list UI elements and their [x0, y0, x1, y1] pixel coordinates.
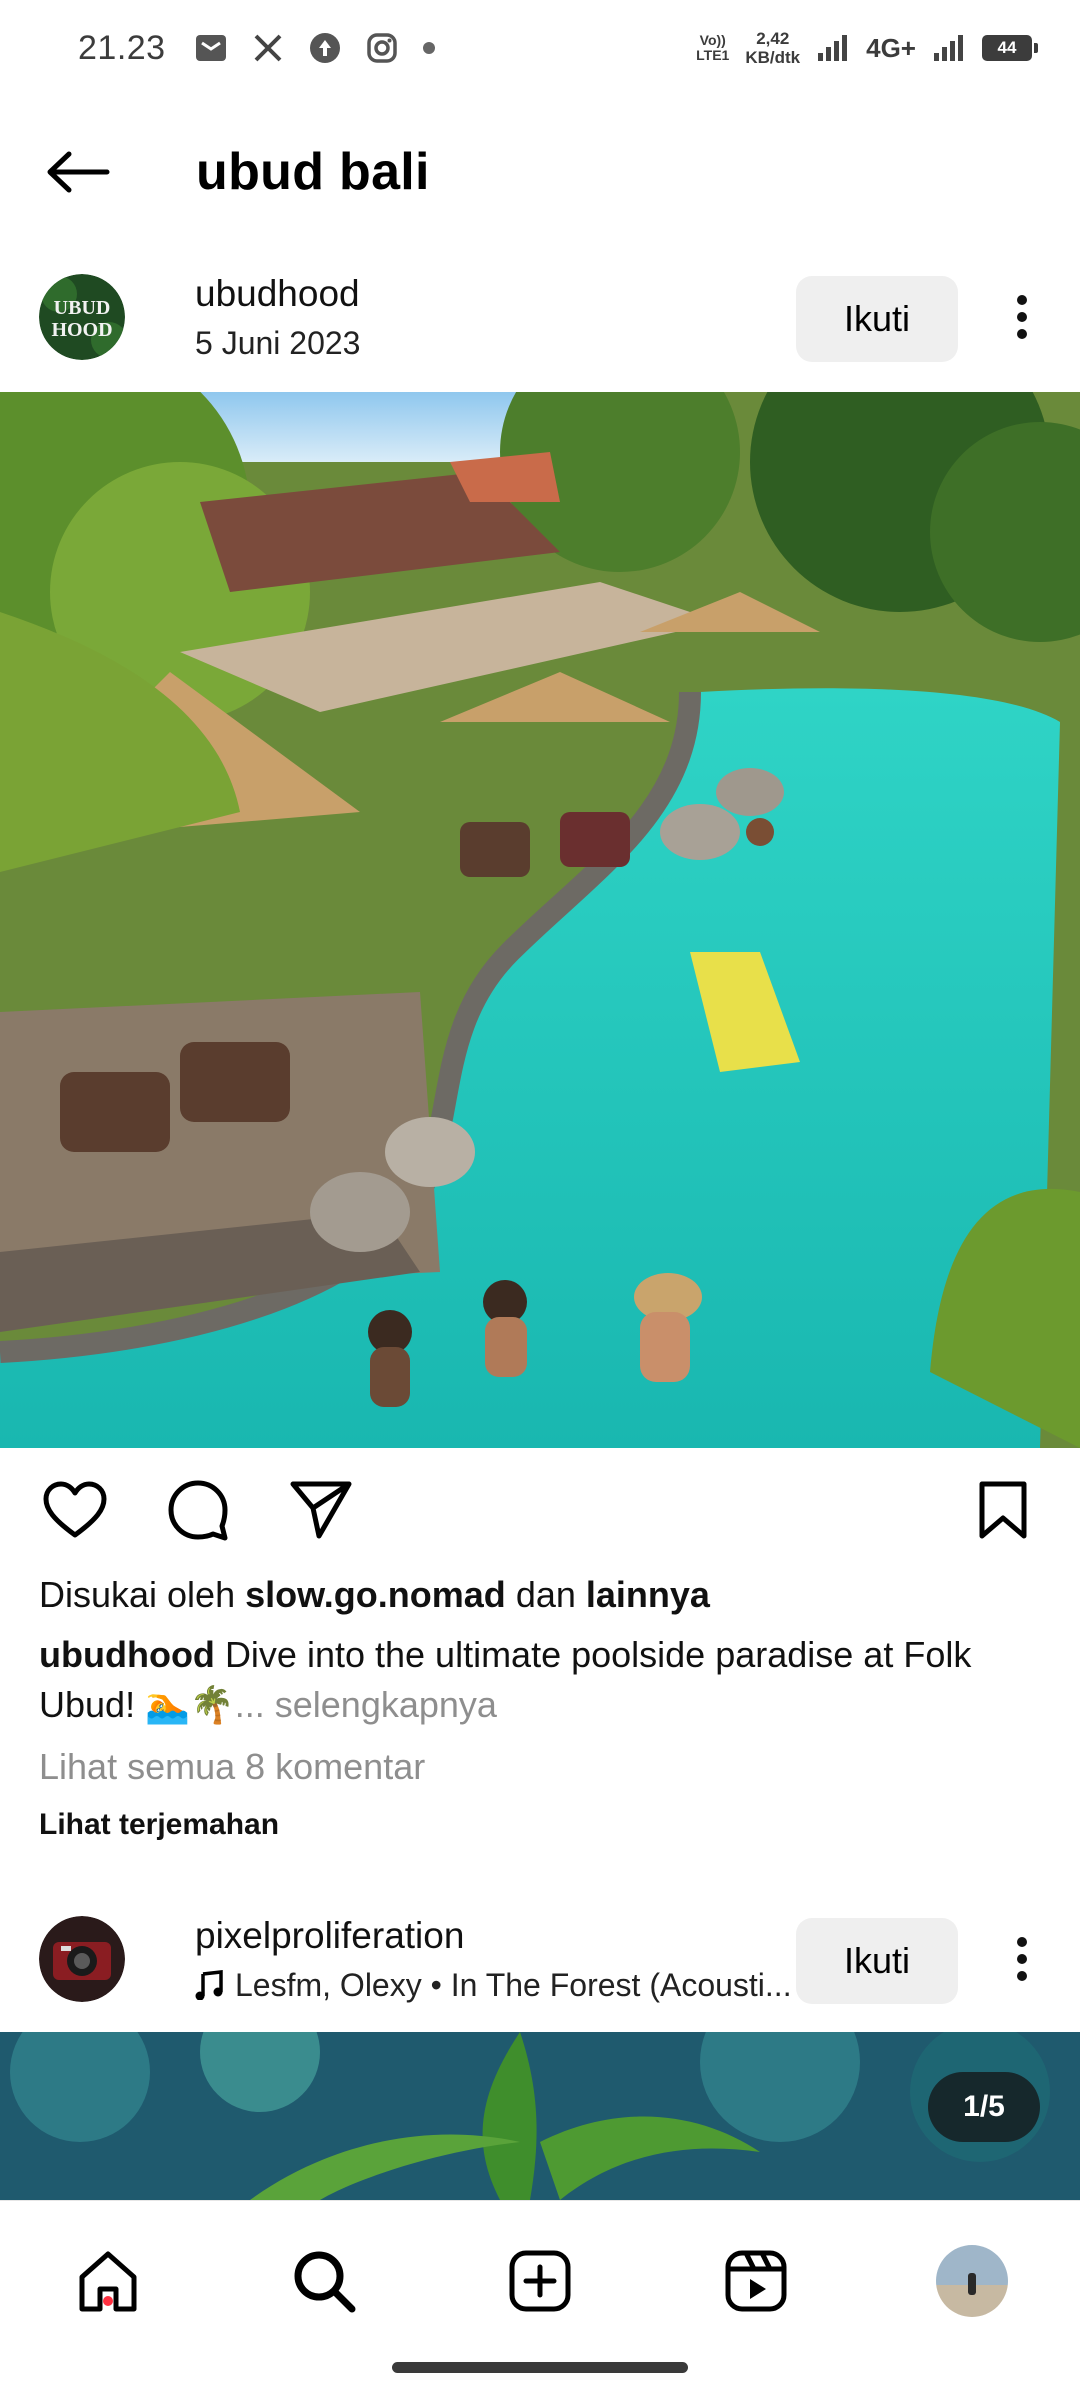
network-speed: 2,42 KB/dtk [745, 29, 801, 67]
status-bar: 21.23 Vo)) LTE1 2,42 KB/dtk 4G+ 44 [0, 0, 1080, 96]
create-icon [509, 2250, 571, 2312]
post2-avatar[interactable] [39, 1916, 125, 2002]
send-icon [290, 1481, 352, 1539]
music-note-icon [195, 1970, 223, 2000]
profile-avatar [936, 2245, 1008, 2317]
x-twitter-icon [254, 34, 282, 62]
volte-indicator: Vo)) LTE1 [696, 32, 730, 63]
post-caption[interactable]: ubudhood Dive into the ultimate poolside… [39, 1630, 1049, 1730]
svg-text:UBUD: UBUD [54, 297, 111, 319]
post-username[interactable]: ubudhood [195, 273, 360, 315]
arrow-left-icon [47, 151, 110, 193]
post2-music[interactable]: Lesfm, Olexy • In The Forest (Acousti... [195, 1967, 792, 2004]
post-image[interactable] [0, 392, 1080, 1448]
nav-profile[interactable] [922, 2231, 1022, 2331]
follow-button[interactable]: Ikuti [796, 276, 958, 362]
post-date: 5 Juni 2023 [195, 324, 361, 361]
post-meta: ubudhood 5 Juni 2023 [195, 273, 360, 362]
post2-follow-button[interactable]: Ikuti [796, 1918, 958, 2004]
post-header: UBUD HOOD ubudhood 5 Juni 2023 Ikuti [0, 258, 1080, 376]
view-comments-link[interactable]: Lihat semua 8 komentar [39, 1746, 425, 1788]
back-button[interactable] [38, 132, 118, 212]
heart-icon [43, 1481, 107, 1538]
reels-icon [725, 2250, 787, 2312]
post2-header: pixelproliferation Lesfm, Olexy • In The… [0, 1900, 1080, 2018]
caption-username[interactable]: ubudhood [39, 1634, 215, 1675]
bookmark-icon [979, 1481, 1027, 1539]
image-counter: 1/5 [928, 2072, 1040, 2142]
comment-button[interactable] [162, 1474, 234, 1546]
avatar[interactable]: UBUD HOOD [39, 274, 125, 360]
notification-icons [194, 31, 436, 65]
nav-search[interactable] [274, 2231, 374, 2331]
post2-more-options-button[interactable] [992, 1916, 1052, 2002]
nav-home[interactable] [58, 2231, 158, 2331]
more-vertical-icon [1017, 295, 1027, 339]
status-time: 21.23 [78, 28, 166, 67]
nav-reels[interactable] [706, 2231, 806, 2331]
comment-icon [168, 1480, 228, 1541]
like-button[interactable] [39, 1474, 111, 1546]
battery-icon: 44 [982, 35, 1038, 61]
svg-text:HOOD: HOOD [51, 319, 112, 341]
share-button[interactable] [285, 1474, 357, 1546]
signal-icon-2 [934, 35, 963, 61]
search-result-header: ubud bali [0, 110, 1080, 234]
signal-icon [818, 35, 848, 61]
post2-username[interactable]: pixelproliferation [195, 1915, 792, 1957]
more-vertical-icon [1017, 1937, 1027, 1981]
caption-more-link[interactable]: ... selengkapnya [235, 1684, 497, 1725]
post2-meta: pixelproliferation Lesfm, Olexy • In The… [195, 1915, 792, 2004]
translate-link[interactable]: Lihat terjemahan [39, 1808, 279, 1842]
gesture-bar [392, 2362, 688, 2373]
page-title: ubud bali [196, 143, 430, 201]
post2-image[interactable] [0, 2032, 1080, 2200]
post-actions [0, 1470, 1080, 1550]
mail-icon [195, 35, 226, 61]
more-options-button[interactable] [992, 274, 1052, 360]
more-notifications-dot [422, 42, 435, 54]
network-type: 4G+ [866, 32, 916, 63]
instagram-icon [366, 33, 397, 63]
upload-icon [309, 33, 340, 63]
search-icon [294, 2251, 356, 2313]
nav-create[interactable] [490, 2231, 590, 2331]
likes-summary[interactable]: Disukai oleh slow.go.nomad dan lainnya [39, 1574, 710, 1616]
save-button[interactable] [967, 1474, 1039, 1546]
caption-emoji: 🏊🌴 [145, 1684, 235, 1725]
home-notification-dot [103, 2296, 113, 2306]
status-right: Vo)) LTE1 2,42 KB/dtk 4G+ 44 [696, 29, 1038, 67]
